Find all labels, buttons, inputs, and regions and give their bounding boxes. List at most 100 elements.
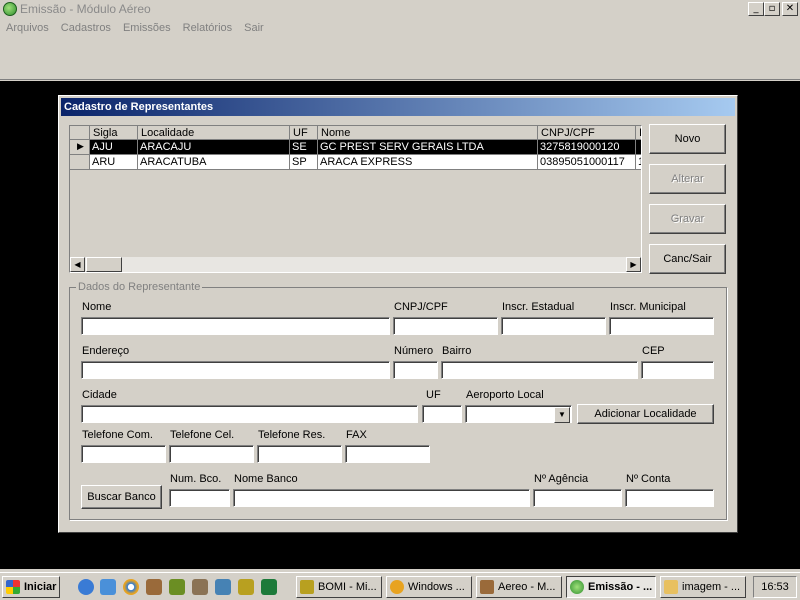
scroll-right-icon[interactable]: ▶	[626, 257, 641, 272]
cell-localidade[interactable]: ARACAJU	[138, 140, 290, 155]
label-bairro: Bairro	[442, 345, 472, 357]
cell-uf[interactable]: SP	[290, 155, 318, 170]
menu-emissoes[interactable]: Emissões	[123, 22, 171, 34]
horizontal-scrollbar[interactable]: ◀ ▶	[70, 257, 641, 272]
cell-uf[interactable]: SE	[290, 140, 318, 155]
tel-com-field[interactable]	[81, 445, 166, 463]
cell-nome[interactable]: GC PREST SERV GERAIS LTDA	[318, 140, 538, 155]
window-titlebar: Emissão - Módulo Aéreo	[0, 0, 800, 18]
task-windows[interactable]: Windows ...	[386, 576, 472, 598]
window-title: Emissão - Módulo Aéreo	[20, 2, 151, 16]
conta-field[interactable]	[625, 489, 714, 507]
cell-sigla[interactable]: ARU	[90, 155, 138, 170]
chevron-down-icon[interactable]: ▼	[554, 407, 570, 423]
task-label: Emissão - ...	[588, 581, 653, 593]
restore-button[interactable]: ▫	[764, 2, 780, 16]
cell-cnpj[interactable]: 03895051000117	[538, 155, 636, 170]
label-inscr-estadual: Inscr. Estadual	[502, 301, 575, 313]
fax-field[interactable]	[345, 445, 430, 463]
representantes-grid[interactable]: Sigla Localidade UF Nome CNPJ/CPF I ▶ AJ…	[69, 125, 642, 273]
numero-field[interactable]	[393, 361, 438, 379]
adicionar-localidade-button[interactable]: Adicionar Localidade	[577, 404, 714, 424]
alterar-button[interactable]: Alterar	[649, 164, 726, 194]
inscr-estadual-field[interactable]	[501, 317, 606, 335]
label-nome: Nome	[82, 301, 112, 313]
label-endereco: Endereço	[82, 345, 130, 357]
cep-field[interactable]	[641, 361, 714, 379]
menubar: Arquivos Cadastros Emissões Relatórios S…	[0, 18, 800, 38]
col-header-uf[interactable]: UF	[290, 126, 318, 140]
cell-cnpj[interactable]: 3275819000120	[538, 140, 636, 155]
app-icon-1[interactable]	[146, 579, 162, 595]
ie-icon[interactable]	[78, 579, 94, 595]
cell-localidade[interactable]: ARACATUBA	[138, 155, 290, 170]
cell-extra[interactable]	[636, 140, 641, 155]
label-cidade: Cidade	[82, 389, 117, 401]
cell-sigla[interactable]: AJU	[90, 140, 138, 155]
menu-arquivos[interactable]: Arquivos	[6, 22, 49, 34]
excel-icon[interactable]	[261, 579, 277, 595]
label-aeroporto: Aeroporto Local	[466, 389, 544, 401]
label-tel-cel: Telefone Cel.	[170, 429, 235, 441]
bairro-field[interactable]	[441, 361, 638, 379]
task-label: imagem - ...	[682, 581, 741, 593]
cnpj-field[interactable]	[393, 317, 498, 335]
aeroporto-select[interactable]: ▼	[465, 405, 572, 423]
task-imagem[interactable]: imagem - ...	[660, 576, 746, 598]
app-icon-3[interactable]	[192, 579, 208, 595]
canc-sair-button[interactable]: Canc/Sair	[649, 244, 726, 274]
row-indicator-icon: ▶	[70, 140, 90, 155]
windows-logo-icon	[6, 580, 20, 594]
dialog-title: Cadastro de Representantes	[61, 98, 735, 116]
task-aereo[interactable]: Aereo - M...	[476, 576, 562, 598]
endereco-field[interactable]	[81, 361, 390, 379]
inscr-municipal-field[interactable]	[609, 317, 714, 335]
task-icon	[300, 580, 314, 594]
tel-res-field[interactable]	[257, 445, 342, 463]
buscar-banco-button[interactable]: Buscar Banco	[81, 485, 162, 509]
start-label: Iniciar	[24, 581, 57, 593]
gravar-button[interactable]: Gravar	[649, 204, 726, 234]
task-emissao[interactable]: Emissão - ...	[566, 576, 656, 598]
menu-relatorios[interactable]: Relatórios	[183, 22, 233, 34]
label-uf: UF	[426, 389, 441, 401]
col-header-nome[interactable]: Nome	[318, 126, 538, 140]
task-label: Windows ...	[408, 581, 465, 593]
cell-nome[interactable]: ARACA EXPRESS	[318, 155, 538, 170]
menu-sair[interactable]: Sair	[244, 22, 264, 34]
tel-cel-field[interactable]	[169, 445, 254, 463]
col-header-cnpj[interactable]: CNPJ/CPF	[538, 126, 636, 140]
scroll-left-icon[interactable]: ◀	[70, 257, 85, 272]
novo-button[interactable]: Novo	[649, 124, 726, 154]
task-icon	[390, 580, 404, 594]
app-icon-4[interactable]	[215, 579, 231, 595]
agencia-field[interactable]	[533, 489, 622, 507]
num-bco-field[interactable]	[169, 489, 230, 507]
task-bomi[interactable]: BOMI - Mi...	[296, 576, 382, 598]
uf-field[interactable]	[422, 405, 462, 423]
close-button[interactable]: ✕	[782, 2, 798, 16]
clock[interactable]: 16:53	[753, 576, 797, 598]
task-icon	[664, 580, 678, 594]
nome-banco-field[interactable]	[233, 489, 530, 507]
outlook-icon[interactable]	[100, 579, 116, 595]
app-icon-2[interactable]	[169, 579, 185, 595]
task-icon	[480, 580, 494, 594]
scroll-thumb[interactable]	[86, 257, 122, 272]
col-header-sigla[interactable]: Sigla	[90, 126, 138, 140]
minimize-button[interactable]: _	[748, 2, 764, 16]
label-inscr-municipal: Inscr. Municipal	[610, 301, 686, 313]
app-icon-5[interactable]	[238, 579, 254, 595]
media-icon[interactable]	[123, 579, 139, 595]
col-header-localidade[interactable]: Localidade	[138, 126, 290, 140]
menu-cadastros[interactable]: Cadastros	[61, 22, 111, 34]
label-agencia: Nº Agência	[534, 473, 589, 485]
cidade-field[interactable]	[81, 405, 418, 423]
nome-field[interactable]	[81, 317, 390, 335]
start-button[interactable]: Iniciar	[2, 576, 60, 598]
cell-extra[interactable]: 1	[636, 155, 641, 170]
taskbar: Iniciar BOMI - Mi... Windows ... Aereo -…	[0, 572, 800, 600]
label-cnpj: CNPJ/CPF	[394, 301, 448, 313]
task-label: Aereo - M...	[498, 581, 556, 593]
col-header-extra[interactable]: I	[636, 126, 641, 140]
